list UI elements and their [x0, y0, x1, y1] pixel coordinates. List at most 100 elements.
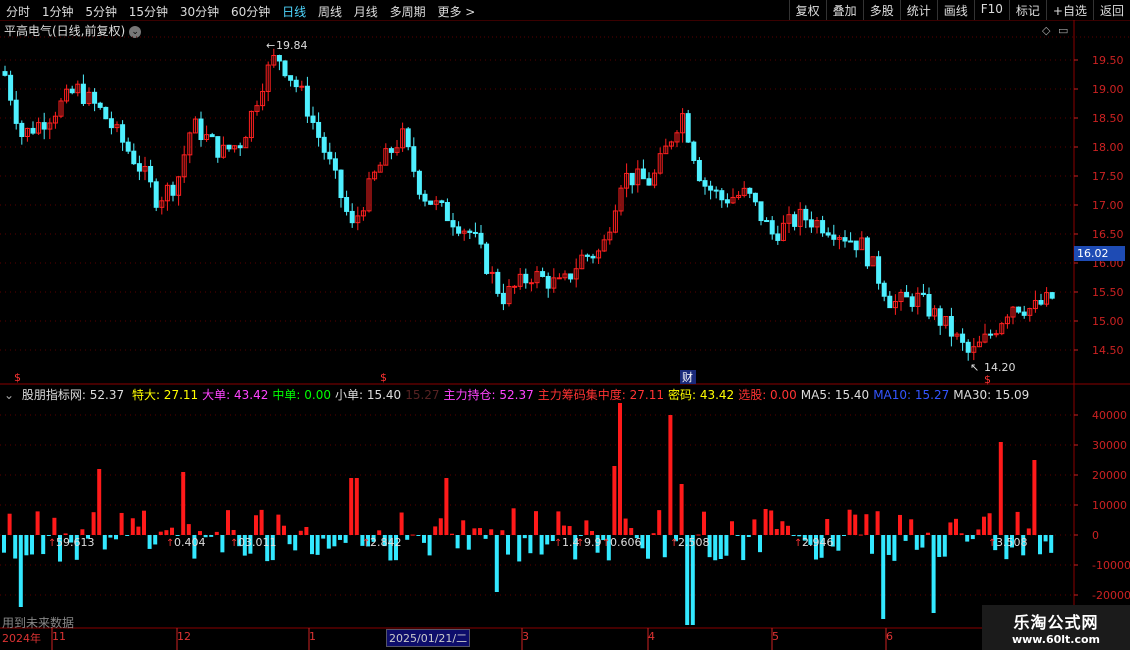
- indicator-bar: [926, 532, 930, 535]
- candle-body: [948, 316, 954, 337]
- indicator-bar: [444, 478, 449, 535]
- candle-body: [937, 308, 943, 326]
- candle-body: [685, 113, 691, 143]
- indicator-bar: [231, 529, 236, 535]
- candle-body: [310, 115, 316, 123]
- indicator-bar: [259, 509, 264, 535]
- indicator-bar: [1038, 535, 1042, 555]
- candle-body: [887, 295, 893, 309]
- indicator-bar: [410, 534, 415, 536]
- month-label: 1: [309, 630, 316, 643]
- candle-body: [764, 220, 770, 223]
- candle-body: [69, 88, 75, 94]
- indicator-bar: [937, 535, 942, 557]
- indicator-bar: [713, 535, 718, 561]
- candle-body: [478, 232, 484, 245]
- candle-body: [495, 271, 501, 294]
- indicator-bar: [651, 533, 656, 535]
- indicator-bar: [254, 515, 258, 535]
- indicator-bar: [517, 535, 522, 562]
- candle-body: [411, 146, 417, 172]
- indicator-bar: [354, 478, 359, 535]
- candle-body: [344, 197, 350, 212]
- indicator-bar: [903, 535, 908, 541]
- indicator-bar: [80, 529, 85, 535]
- indicator-bar: [315, 535, 320, 555]
- indicator-bar: [618, 403, 622, 535]
- candle-body: [584, 254, 590, 257]
- bar-value-label: 2.508: [678, 536, 710, 549]
- candle-body: [125, 141, 131, 152]
- bar-value-label: 03.011: [238, 536, 277, 549]
- indicator-bar: [338, 535, 342, 540]
- indicator-bar: [629, 528, 634, 535]
- indicator-name[interactable]: 股朋指标网: [22, 388, 82, 402]
- candle-body: [769, 220, 775, 235]
- price-tick-label: 15.00: [1092, 315, 1124, 328]
- indicator-bar: [153, 535, 158, 545]
- indicator-bar: [976, 529, 981, 535]
- signal-marker: $: [984, 373, 991, 386]
- indicator-bar: [786, 525, 790, 535]
- indicator-bar: [1032, 460, 1037, 535]
- low-price-arrow: ↖: [970, 361, 979, 374]
- candle-body: [848, 240, 854, 243]
- indicator-bar: [108, 535, 113, 538]
- candle-body: [327, 151, 333, 160]
- indicator-bar: [998, 442, 1003, 535]
- indicator-bar: [220, 535, 225, 553]
- price-tick-label: 14.50: [1092, 344, 1124, 357]
- up-arrow-icon: ↑: [794, 538, 802, 549]
- candle-body: [545, 275, 551, 289]
- candle-body: [41, 122, 47, 130]
- candle-body: [640, 168, 646, 180]
- indicator-bar: [758, 535, 762, 553]
- indicator-bar: [763, 508, 768, 535]
- month-label: 4: [648, 630, 655, 643]
- indicator-bar: [500, 530, 505, 535]
- candle-body: [1038, 300, 1044, 305]
- indicator-bar: [948, 522, 953, 535]
- candle-body: [416, 170, 422, 195]
- indicator-tick-label: 20000: [1092, 469, 1127, 482]
- indicator-bar: [450, 533, 454, 535]
- price-tick-label: 16.50: [1092, 228, 1124, 241]
- indicator-bar: [718, 535, 723, 560]
- indicator-bar: [142, 510, 146, 535]
- candle-body: [920, 292, 926, 295]
- indicator-tick-label: -20000: [1092, 589, 1130, 602]
- indicator-collapse-icon[interactable]: ⌄: [4, 388, 14, 402]
- indicator-bar: [377, 530, 382, 535]
- indicator-bar: [842, 535, 846, 536]
- candle-body: [170, 184, 176, 196]
- indicator-bar: [954, 518, 958, 535]
- candle-body: [103, 106, 109, 120]
- indicator-bar: [455, 535, 460, 549]
- candle-body: [758, 201, 764, 222]
- indicator-bar: [562, 525, 566, 535]
- indicator-bar: [293, 535, 298, 551]
- indicator-bar: [959, 533, 964, 535]
- indicator-tick-label: 10000: [1092, 499, 1127, 512]
- watermark-url: www.60lt.com: [1011, 633, 1101, 646]
- financial-marker[interactable]: 财: [682, 370, 693, 384]
- indicator-bar: [528, 535, 533, 554]
- candle-body: [276, 55, 282, 62]
- indicator-field: 15.27: [405, 388, 440, 402]
- indicator-header: ⌄ 股朋指标网: 52.37 特大: 27.11 大单: 43.42 中单: 0.0…: [4, 386, 1037, 403]
- candle-body: [904, 291, 910, 298]
- indicator-bar: [282, 525, 286, 535]
- indicator-field: 选股: 0.00: [738, 388, 797, 402]
- candle-body: [556, 277, 562, 280]
- bar-value-label: 0.404: [174, 536, 206, 549]
- indicator-bar: [427, 535, 432, 556]
- indicator-bar: [1049, 535, 1054, 553]
- indicator-bar: [97, 469, 102, 535]
- candle-body: [237, 145, 243, 149]
- indicator-bar: [438, 518, 443, 535]
- indicator-bar: [774, 529, 779, 535]
- candle-body: [926, 293, 932, 317]
- indicator-bar: [931, 535, 936, 613]
- candle-body: [881, 282, 887, 297]
- candle-body: [691, 141, 697, 161]
